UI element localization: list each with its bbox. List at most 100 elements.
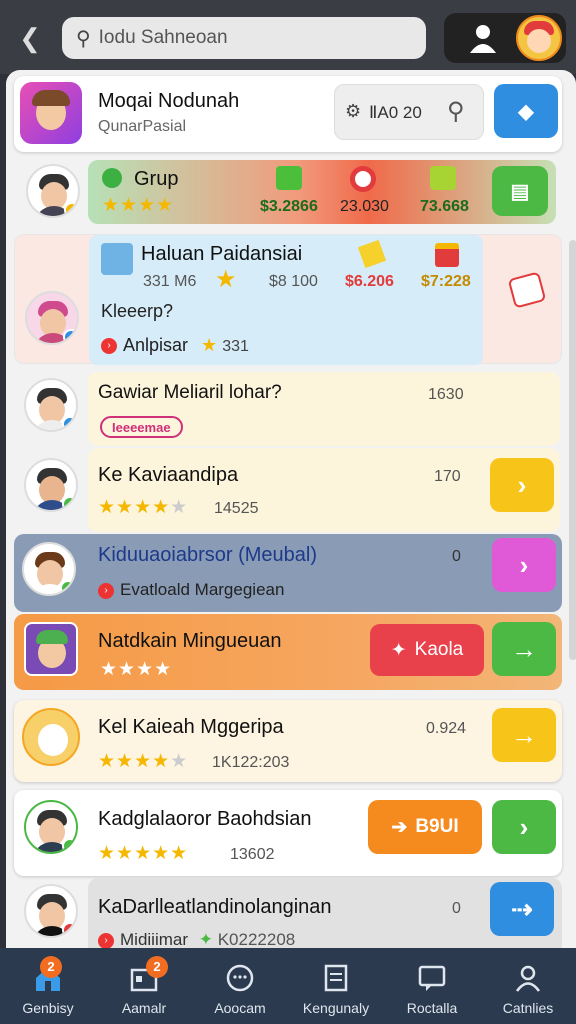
row-value: 0 bbox=[452, 548, 461, 565]
row-value: $3.2866 bbox=[260, 198, 318, 215]
nav-item-aoocam[interactable]: Aoocam bbox=[192, 948, 288, 1024]
alert-icon: › bbox=[98, 582, 114, 599]
row-tag: › Anlpisar ★ 331 bbox=[101, 335, 249, 356]
nav-item-catnlies[interactable]: Catnlies bbox=[480, 948, 576, 1024]
row-title: Ke Kaviaandipa bbox=[98, 464, 239, 486]
go-button[interactable]: → bbox=[492, 622, 556, 676]
star-rating: ★★★★ bbox=[102, 195, 175, 216]
leaf-icon: ✦ bbox=[198, 930, 213, 949]
list-item-meubal[interactable]: Kiduuaoiabrsor (Meubal) 0 › Evatloald Mar… bbox=[14, 534, 562, 612]
target-icon bbox=[350, 166, 376, 192]
chest-icon bbox=[430, 166, 456, 190]
b9ui-button[interactable]: ➔ B9UI bbox=[368, 800, 482, 854]
search-placeholder: Iodu Sahneoan bbox=[98, 27, 228, 48]
avatar[interactable] bbox=[24, 622, 78, 676]
row-title: Kiduuaoiabrsor (Meubal) bbox=[98, 544, 318, 566]
alert-icon: › bbox=[98, 932, 114, 949]
avatar[interactable] bbox=[22, 542, 76, 596]
star-rating: ★★★★★ bbox=[98, 751, 189, 772]
row-value: 73.668 bbox=[420, 198, 469, 215]
row-title: Kadglalaoror Baohdsian bbox=[98, 808, 312, 830]
profile-box[interactable] bbox=[444, 13, 566, 63]
filter-label: ⅡA0 20 bbox=[369, 103, 422, 122]
go-button[interactable]: › bbox=[492, 800, 556, 854]
search-icon[interactable]: ⚲ bbox=[447, 97, 465, 126]
go-button[interactable]: › bbox=[490, 458, 554, 512]
open-button[interactable]: ▤ bbox=[492, 166, 548, 216]
row-value: 331 M6 bbox=[143, 273, 197, 290]
arrow-icon: ➔ bbox=[391, 816, 408, 838]
nav-item-kengunaly[interactable]: Kengunaly bbox=[288, 948, 384, 1024]
cube-icon bbox=[276, 166, 302, 190]
document-icon bbox=[324, 964, 348, 992]
content-panel: Moqai Nodunah QunarPasial ⚙ ⅡA0 20 ⚲ ◆ G… bbox=[6, 70, 576, 950]
list-item-kaviaandipa[interactable]: Ke Kaviaandipa ★★★★★ 14525 170 › bbox=[88, 448, 560, 532]
row-count: 13602 bbox=[230, 846, 275, 863]
list-item-baohdsian[interactable]: Kadglalaoror Baohdsian ★★★★★ 13602 ➔ B9UI… bbox=[14, 790, 562, 876]
list-item-gawiar[interactable]: Gawiar Meliaril lohar? 1630 Ieeeemae bbox=[88, 372, 560, 446]
row-pill: Ieeeemae bbox=[100, 416, 183, 438]
header-subtitle: QunarPasial bbox=[98, 118, 187, 135]
chat-icon bbox=[418, 965, 446, 991]
back-icon[interactable]: ❮ bbox=[10, 18, 50, 58]
row-value: 23.030 bbox=[340, 198, 389, 215]
nav-label: Genbisy bbox=[22, 1000, 74, 1016]
kaola-button[interactable]: ✦ Kaola bbox=[370, 624, 484, 676]
star-icon: ★ bbox=[215, 266, 237, 293]
row-title: Gawiar Meliaril lohar? bbox=[98, 382, 282, 403]
avatar[interactable] bbox=[25, 291, 79, 345]
filter-field[interactable]: ⚙ ⅡA0 20 ⚲ bbox=[334, 84, 484, 140]
go-button[interactable]: › bbox=[492, 538, 556, 592]
avatar[interactable] bbox=[24, 800, 78, 854]
avatar[interactable] bbox=[24, 884, 78, 938]
nav-item-home[interactable]: 2 Genbisy bbox=[0, 948, 96, 1024]
gift-icon bbox=[435, 243, 459, 267]
bottom-nav: 2 Genbisy 2 Aamalr Aoocam Kengunaly Roct… bbox=[0, 948, 576, 1024]
list-item-kaieah[interactable]: Kel Kaieah Mggeripa ★★★★★ 1K122:203 0.92… bbox=[14, 700, 562, 782]
row-subtitle: › Midiiimar ✦ K0222208 bbox=[98, 930, 295, 950]
row-value: $7:228 bbox=[421, 273, 471, 290]
row-subtitle: › Evatloald Margegiean bbox=[98, 580, 284, 600]
profile-icon bbox=[515, 965, 541, 992]
farmer-icon bbox=[101, 243, 133, 275]
row-value: 0 bbox=[452, 900, 461, 917]
avatar[interactable] bbox=[24, 378, 78, 432]
avatar[interactable] bbox=[22, 708, 80, 766]
nav-item-roctalla[interactable]: Roctalla bbox=[384, 948, 480, 1024]
scrollbar[interactable] bbox=[569, 240, 576, 660]
nav-label: Catnlies bbox=[502, 1000, 554, 1016]
go-button[interactable]: ⇢ bbox=[490, 882, 554, 936]
star-rating: ★★★★ bbox=[100, 659, 173, 680]
top-bar: ❮ ⚲ Iodu Sahneoan bbox=[0, 0, 576, 74]
header-card: Moqai Nodunah QunarPasial ⚙ ⅡA0 20 ⚲ ◆ bbox=[14, 76, 562, 152]
row-value: $6.206 bbox=[345, 273, 394, 290]
list-item-natdkain[interactable]: Natdkain Mingueuan ★★★★ ✦ Kaola → bbox=[14, 614, 562, 690]
row-value: 170 bbox=[434, 468, 461, 485]
list-item-grup[interactable]: Grup ★★★★ $3.2866 23.030 73.668 ▤ bbox=[88, 160, 556, 224]
list-item-kadarlleat[interactable]: KaDarlleatlandinolanginan 0 › Midiiimar ✦… bbox=[88, 878, 562, 950]
user-avatar[interactable] bbox=[516, 15, 562, 61]
avatar[interactable] bbox=[24, 458, 78, 512]
warning-icon: › bbox=[101, 338, 117, 355]
notification-badge: 2 bbox=[146, 956, 168, 978]
go-button[interactable]: → bbox=[492, 708, 556, 762]
search-input[interactable]: ⚲ Iodu Sahneoan bbox=[62, 17, 426, 59]
user-icon[interactable] bbox=[466, 21, 500, 55]
nav-label: Roctalla bbox=[406, 1000, 458, 1016]
nav-label: Aamalr bbox=[121, 1000, 167, 1016]
row-value: 1630 bbox=[428, 386, 464, 403]
list-item-haluan[interactable]: Haluan Paidansiai 331 M6 ★ $8 100 $6.206… bbox=[14, 234, 562, 365]
star-rating: ★★★★★ bbox=[98, 497, 189, 518]
nav-item-aamalr[interactable]: 2 Aamalr bbox=[96, 948, 192, 1024]
filter-icon: ⚙ bbox=[345, 101, 362, 121]
navigate-button[interactable]: ◆ bbox=[494, 84, 558, 138]
star-rating: ★★★★★ bbox=[98, 843, 189, 864]
star-icon: ★ bbox=[201, 335, 218, 355]
avatar[interactable] bbox=[26, 164, 80, 218]
app-logo bbox=[20, 82, 82, 144]
row-title: KaDarlleatlandinolanginan bbox=[98, 896, 332, 918]
row-count: 14525 bbox=[214, 500, 259, 517]
clock-icon bbox=[226, 964, 254, 992]
row-title: Haluan Paidansiai bbox=[141, 243, 303, 265]
gift-box-icon[interactable] bbox=[507, 271, 547, 309]
